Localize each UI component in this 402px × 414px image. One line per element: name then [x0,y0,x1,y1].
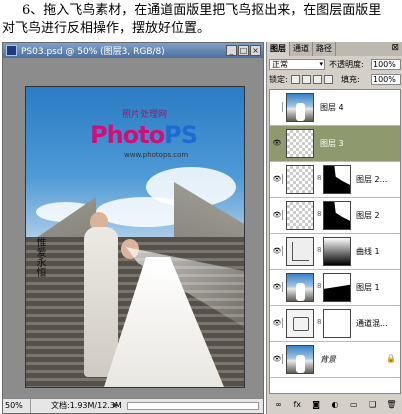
link-icon[interactable]: ∞ [272,399,284,410]
caption-line-1: 6、拖入飞鸟素材，在通道面版里把飞鸟抠出来，在图层面版里 [22,3,382,18]
layer-thumbnail [286,345,314,374]
eye-icon[interactable]: 👁 [272,246,283,256]
panel-tabs: 图层 通道 路径 ⊠ [267,42,402,56]
layer-thumbnail [286,129,314,158]
link-chain-icon[interactable]: 8 [317,246,321,254]
fill-label: 填充: [341,75,360,84]
eye-icon[interactable]: 👁 [272,174,283,184]
visibility-toggle[interactable] [272,102,283,112]
eye-icon[interactable]: 👁 [272,138,283,148]
layer-mask-thumbnail[interactable] [323,309,351,338]
layer-name: 图层 2 [356,211,380,220]
layer-thumbnail [286,93,314,122]
status-arrow-icon[interactable]: ▶ [113,401,122,410]
tab-layers[interactable]: 图层 [267,42,290,56]
layer-row[interactable]: 👁 8 图层 2... [270,162,400,198]
layer-thumbnail [286,201,314,230]
tutorial-caption: 6、拖入飞鸟素材，在通道面版里把飞鸟抠出来，在图层面版里 对飞鸟进行反相操作，摆… [0,0,402,40]
curves-adjustment-icon [286,237,314,266]
folder-icon[interactable]: ▭ [348,399,360,410]
layer-mask-thumbnail[interactable] [323,165,351,194]
document-title: PS03.psd @ 50% (图层3, RGB/8) [21,47,165,57]
layer-row[interactable]: 👁 背景 🔒 [270,342,400,378]
panel-menu-icon[interactable]: ⊠ [391,43,399,53]
lock-icon: 🔒 [386,354,396,363]
wedding-photo: 照片处理网 PhotoPS www.photops.com 惟爱永恒 [25,86,245,388]
lock-transparency-icon[interactable] [291,75,300,84]
eye-icon[interactable]: 👁 [272,318,283,328]
layer-thumbnail [286,165,314,194]
layer-row[interactable]: 图层 4 [270,90,400,126]
watermark-text: 照片处理网 [122,110,168,120]
opacity-label: 不透明度: [329,60,364,69]
eye-icon[interactable]: 👁 [272,282,283,292]
eye-icon[interactable]: 👁 [272,210,283,220]
blend-mode-select[interactable]: 正常 [269,59,325,70]
layer-row[interactable]: 👁 8 图层 1 [270,270,400,306]
layer-name: 图层 1 [356,283,380,292]
lock-position-icon[interactable] [313,75,322,84]
zoom-level[interactable]: 50% [3,399,31,413]
layer-mask-thumbnail[interactable] [323,237,351,266]
document-window[interactable]: PS03.psd @ 50% (图层3, RGB/8) _ □ × 照片处理网 … [2,42,264,414]
layer-name: 图层 2... [356,175,388,184]
layers-list[interactable]: 图层 4 👁 图层 3 👁 8 图层 2... 👁 8 图层 2 👁 8 曲线 … [269,89,401,394]
lock-label: 锁定: [269,75,288,84]
layers-panel: 图层 通道 路径 ⊠ 正常 不透明度: 100% 锁定: 填充: 100% 图层… [266,42,402,414]
canvas-area[interactable]: 照片处理网 PhotoPS www.photops.com 惟爱永恒 [3,58,263,398]
layer-name: 图层 4 [320,103,344,112]
adjustment-icon[interactable]: ◐ [329,399,341,410]
lock-all-icon[interactable] [324,75,333,84]
link-chain-icon[interactable]: 8 [317,318,321,326]
groom-figure [84,227,118,377]
layer-thumbnail [286,273,314,302]
lock-image-icon[interactable] [302,75,311,84]
layers-bottom-bar: ∞ fx ◙ ◐ ▭ ❑ 🗑 [269,397,401,412]
layer-row-selected[interactable]: 👁 图层 3 [270,126,400,162]
fill-field[interactable]: 100% [371,74,401,85]
doc-info: 文档:1.93M/12.3M [51,401,122,410]
layer-row[interactable]: 👁 8 通道混... [270,306,400,342]
tab-paths[interactable]: 路径 [313,42,336,56]
layer-name: 曲线 1 [356,247,380,256]
layer-mask-thumbnail[interactable] [323,201,351,230]
fx-icon[interactable]: fx [291,399,303,410]
tab-channels[interactable]: 通道 [290,42,313,56]
document-title-bar[interactable]: PS03.psd @ 50% (图层3, RGB/8) _ □ × [3,43,263,58]
logo-url: www.photops.com [124,151,189,159]
link-chain-icon[interactable]: 8 [317,282,321,290]
opacity-field[interactable]: 100% [371,59,401,70]
link-chain-icon[interactable]: 8 [317,174,321,182]
layer-row[interactable]: 👁 8 图层 2 [270,198,400,234]
eye-icon[interactable]: 👁 [272,354,283,364]
caption-line-2: 对飞鸟进行反相操作，摆放好位置。 [2,21,211,36]
minimize-icon[interactable]: _ [226,45,237,56]
status-bar: 50% 文档:1.93M/12.3M ▶ [3,398,263,413]
link-chain-icon[interactable]: 8 [317,210,321,218]
mask-icon[interactable]: ◙ [310,399,322,410]
close-icon[interactable]: × [250,45,261,56]
calligraphy-text: 惟爱永恒 [34,237,45,277]
channel-mixer-icon [286,309,314,338]
maximize-icon[interactable]: □ [238,45,249,56]
layer-name: 通道混... [356,319,388,328]
layer-name: 图层 3 [320,139,344,148]
horizontal-scrollbar[interactable] [127,402,259,410]
layer-mask-thumbnail[interactable] [323,273,351,302]
photoshop-icon [6,45,17,56]
new-layer-icon[interactable]: ❑ [367,399,379,410]
layer-name: 背景 [320,355,336,364]
layer-row[interactable]: 👁 8 曲线 1 [270,234,400,270]
photops-logo: PhotoPS [90,121,198,149]
trash-icon[interactable]: 🗑 [385,399,397,410]
